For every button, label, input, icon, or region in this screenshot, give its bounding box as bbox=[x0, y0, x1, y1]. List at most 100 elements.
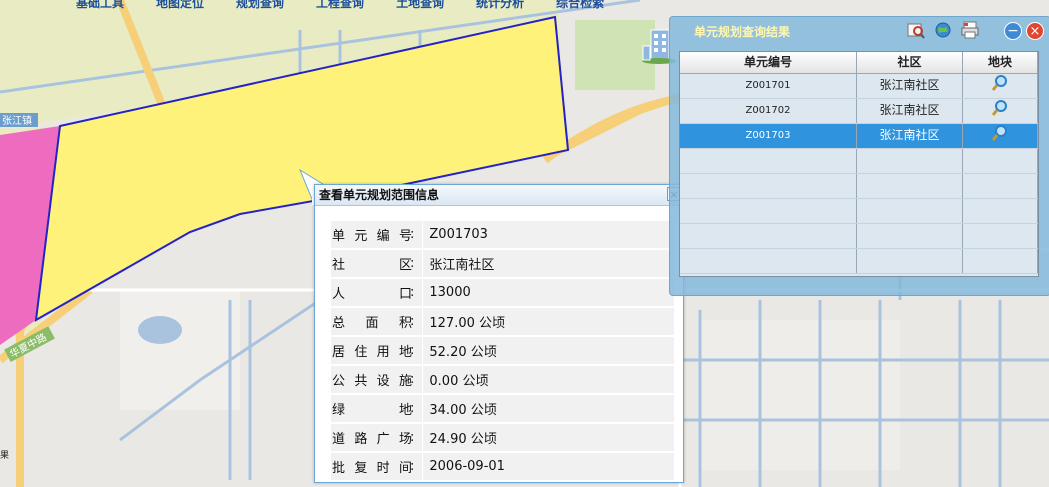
info-row: 绿 地:34.00 公顷 bbox=[331, 395, 675, 422]
town-label: 张江镇 bbox=[0, 113, 38, 127]
info-label: 公共设施 bbox=[331, 366, 418, 393]
info-separator: : bbox=[410, 227, 415, 242]
column-header-code[interactable]: 单元编号 bbox=[680, 52, 857, 73]
panel-close-button[interactable]: × bbox=[1026, 22, 1044, 40]
info-value: 0.00 公顷 bbox=[422, 366, 675, 393]
empty-cell bbox=[680, 249, 857, 273]
menu-item-project-query[interactable]: 工程查询 bbox=[300, 0, 380, 10]
magnifier-icon[interactable] bbox=[991, 74, 1009, 100]
info-value: 52.20 公顷 bbox=[422, 337, 675, 364]
empty-cell bbox=[680, 224, 857, 248]
menu-item-search[interactable]: 综合检索 bbox=[540, 0, 620, 10]
cell-plot bbox=[963, 74, 1038, 98]
empty-cell bbox=[857, 224, 963, 248]
magnifier-icon[interactable] bbox=[991, 124, 1009, 150]
info-label: 单元编号 bbox=[331, 221, 418, 248]
globe-icon[interactable] bbox=[934, 21, 952, 39]
cell-code: Z001701 bbox=[680, 74, 857, 98]
cell-community: 张江南社区 bbox=[857, 74, 963, 98]
menu-item-map-locate[interactable]: 地图定位 bbox=[140, 0, 220, 10]
popup-title: 查看单元规划范围信息 bbox=[315, 185, 683, 206]
city-block bbox=[120, 290, 240, 410]
menu-item-land-query[interactable]: 土地查询 bbox=[380, 0, 460, 10]
info-separator: : bbox=[410, 401, 415, 416]
empty-row bbox=[680, 149, 1038, 174]
info-label: 社 区 bbox=[331, 250, 418, 277]
info-value: 13000 bbox=[422, 279, 675, 306]
empty-row bbox=[680, 174, 1038, 199]
info-row: 公共设施:0.00 公顷 bbox=[331, 366, 675, 393]
svg-text:张江镇: 张江镇 bbox=[2, 114, 32, 127]
info-separator: : bbox=[410, 256, 415, 271]
info-separator: : bbox=[410, 372, 415, 387]
menu-item-statistics[interactable]: 统计分析 bbox=[460, 0, 540, 10]
empty-cell bbox=[680, 149, 857, 173]
empty-cell bbox=[857, 199, 963, 223]
table-row[interactable]: Z001701 张江南社区 bbox=[680, 74, 1038, 99]
table-header: 单元编号 社区 地块 bbox=[680, 52, 1038, 74]
info-label: 人 口 bbox=[331, 279, 418, 306]
results-table: 单元编号 社区 地块 Z001701 张江南社区 Z001702 张江南社区 Z0017… bbox=[679, 51, 1039, 277]
lake bbox=[138, 316, 182, 344]
city-block bbox=[700, 320, 900, 470]
info-separator: : bbox=[410, 343, 415, 358]
empty-cell bbox=[963, 174, 1038, 198]
panel-minimize-button[interactable]: − bbox=[1004, 22, 1022, 40]
info-row: 道路广场:24.90 公顷 bbox=[331, 424, 675, 451]
magnifier-icon[interactable] bbox=[991, 99, 1009, 125]
empty-cell bbox=[963, 149, 1038, 173]
cell-community: 张江南社区 bbox=[857, 99, 963, 123]
empty-cell bbox=[857, 249, 963, 273]
edge-label: 果 bbox=[0, 450, 9, 461]
info-row: 批复时间:2006-09-01 bbox=[331, 453, 675, 480]
cell-plot bbox=[963, 124, 1038, 148]
info-row: 单元编号: Z001703 bbox=[331, 221, 675, 248]
info-value: 24.90 公顷 bbox=[422, 424, 675, 451]
info-row: 总 面 积:127.00 公顷 bbox=[331, 308, 675, 335]
info-label: 居住用地 bbox=[331, 337, 418, 364]
info-separator: : bbox=[410, 314, 415, 329]
empty-cell bbox=[963, 249, 1038, 273]
info-label: 批复时间 bbox=[331, 453, 418, 480]
menu-item-plan-query[interactable]: 规划查询 bbox=[220, 0, 300, 10]
empty-cell bbox=[963, 224, 1038, 248]
info-table: 单元编号: Z001703 社 区: 张江南社区人 口:13000 总 面 积:127.… bbox=[331, 219, 675, 482]
cell-plot bbox=[963, 99, 1038, 123]
column-header-community[interactable]: 社区 bbox=[857, 52, 963, 73]
info-value: 2006-09-01 bbox=[422, 453, 675, 480]
empty-cell bbox=[680, 174, 857, 198]
table-row[interactable]: Z001702 张江南社区 bbox=[680, 99, 1038, 124]
empty-cell bbox=[857, 149, 963, 173]
empty-row bbox=[680, 224, 1038, 249]
empty-cell bbox=[963, 199, 1038, 223]
info-value: Z001703 bbox=[422, 221, 675, 248]
empty-cell bbox=[857, 174, 963, 198]
print-icon[interactable] bbox=[961, 21, 979, 39]
info-popup: 查看单元规划范围信息 × 单元编号:Z001703社 区:张江南社区人 口:13… bbox=[314, 184, 684, 483]
cell-code: Z001703 bbox=[680, 124, 857, 148]
info-value: 张江南社区 bbox=[422, 250, 675, 277]
info-label: 绿 地 bbox=[331, 395, 418, 422]
zoom-map-icon[interactable] bbox=[907, 21, 925, 39]
cell-community: 张江南社区 bbox=[857, 124, 963, 148]
empty-cell bbox=[680, 199, 857, 223]
results-panel: 单元规划查询结果 − × 单元编号 社区 地块 Z001701 张江南社区 Z001… bbox=[669, 16, 1049, 296]
info-separator: : bbox=[410, 285, 415, 300]
info-value: 127.00 公顷 bbox=[422, 308, 675, 335]
column-header-plot[interactable]: 地块 bbox=[963, 52, 1038, 73]
info-separator: : bbox=[410, 430, 415, 445]
cell-code: Z001702 bbox=[680, 99, 857, 123]
info-label: 道路广场 bbox=[331, 424, 418, 451]
table-row[interactable]: Z001703 张江南社区 bbox=[680, 124, 1038, 149]
info-row: 人 口:13000 bbox=[331, 279, 675, 306]
info-row: 居住用地:52.20 公顷 bbox=[331, 337, 675, 364]
info-label: 总 面 积 bbox=[331, 308, 418, 335]
info-row: 社 区: 张江南社区 bbox=[331, 250, 675, 277]
menu-item-basic-tools[interactable]: 基础工具 bbox=[60, 0, 140, 10]
empty-row bbox=[680, 199, 1038, 224]
panel-title: 单元规划查询结果 bbox=[694, 25, 791, 39]
info-separator: : bbox=[410, 459, 415, 474]
empty-row bbox=[680, 249, 1038, 274]
info-value: 34.00 公顷 bbox=[422, 395, 675, 422]
top-menu: 基础工具 地图定位 规划查询 工程查询 土地查询 统计分析 综合检索 bbox=[60, 0, 620, 10]
